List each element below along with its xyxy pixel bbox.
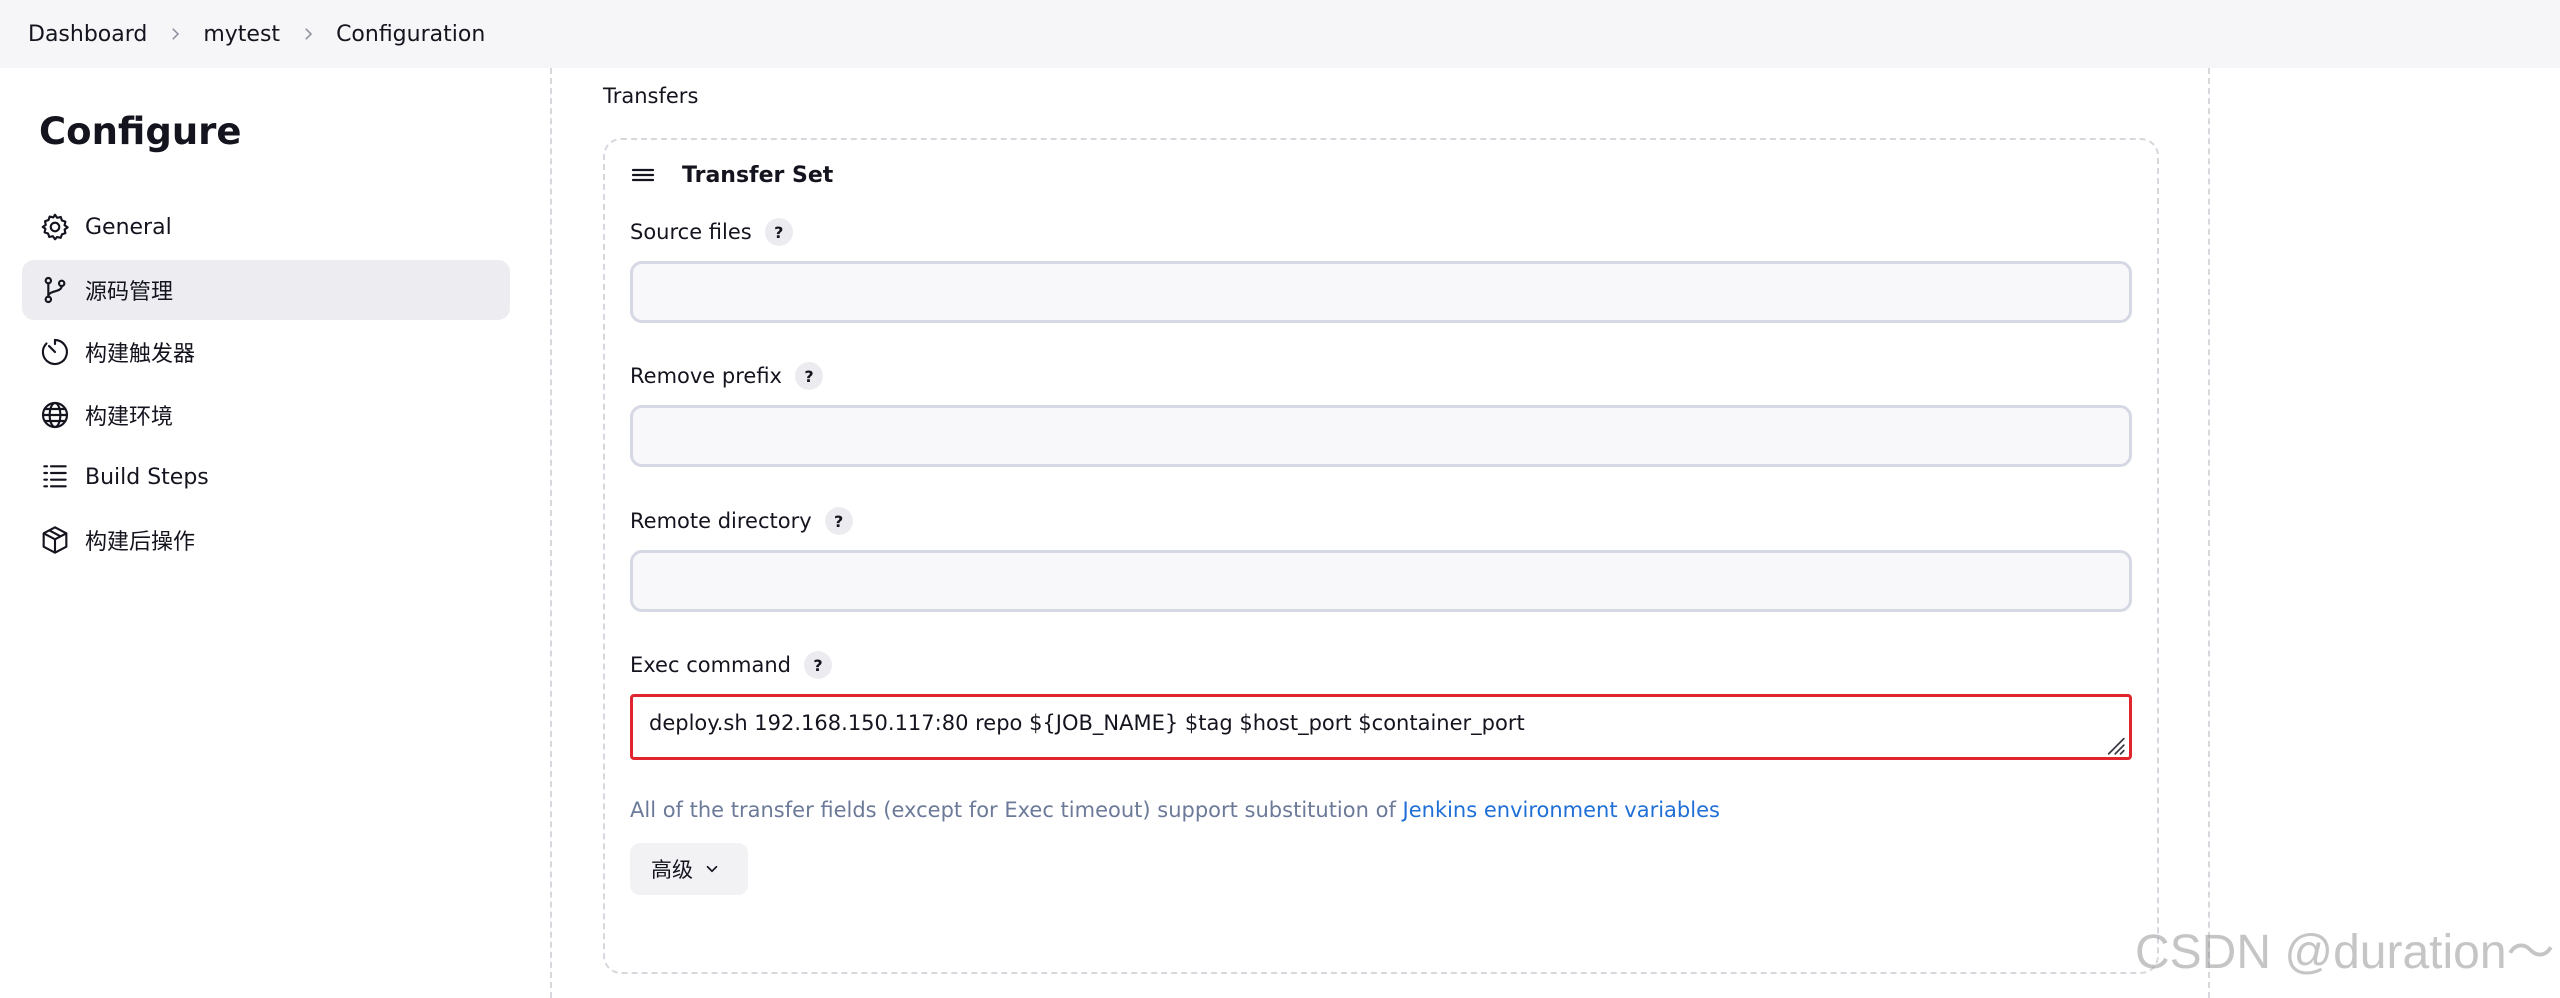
transfer-set-header: Transfer Set <box>628 160 833 190</box>
source-files-input[interactable] <box>630 261 2132 323</box>
remote-directory-input[interactable] <box>630 550 2132 612</box>
sidebar-item-build-steps[interactable]: Build Steps <box>22 447 510 507</box>
watermark: CSDN @duration～ <box>2135 926 2555 979</box>
list-icon <box>39 461 71 493</box>
globe-icon <box>39 399 71 431</box>
breadcrumb-mytest[interactable]: mytest <box>203 22 280 47</box>
exec-command-label-text: Exec command <box>630 653 792 677</box>
drag-handle-icon[interactable] <box>628 160 658 190</box>
resize-handle-icon[interactable] <box>2100 730 2126 756</box>
advanced-button[interactable]: 高级 <box>630 843 748 895</box>
transfer-set-title: Transfer Set <box>682 162 834 188</box>
substitution-hint: All of the transfer fields (except for E… <box>630 798 1720 822</box>
remote-directory-label: Remote directory ? <box>630 507 853 535</box>
remove-prefix-label: Remove prefix ? <box>630 362 823 390</box>
source-files-label-text: Source files <box>630 220 752 244</box>
sidebar-item-source-management[interactable]: 源码管理 <box>22 259 510 320</box>
remove-prefix-input[interactable] <box>630 405 2132 467</box>
remove-prefix-help-button[interactable]: ? <box>794 362 823 390</box>
breadcrumb: Dashboard mytest Configuration <box>0 0 2560 68</box>
exec-command-textarea[interactable]: deploy.sh 192.168.150.117:80 repo ${JOB_… <box>630 694 2132 760</box>
transfers-label: Transfers <box>603 84 699 108</box>
remote-directory-label-text: Remote directory <box>630 509 812 533</box>
sidebar-item-build-environment[interactable]: 构建环境 <box>22 385 510 445</box>
sidebar-nav: General 源码管理 构建触发器 构建环境 Build Steps 构建后操… <box>22 197 510 572</box>
source-branch-icon <box>39 274 71 306</box>
jenkins-env-vars-link[interactable]: Jenkins environment variables <box>1403 798 1720 822</box>
timer-icon <box>39 336 71 368</box>
source-files-label: Source files ? <box>630 218 793 246</box>
sidebar-item-label: 构建环境 <box>85 404 174 430</box>
hint-text: All of the transfer fields (except for E… <box>630 798 1403 822</box>
source-files-help-button[interactable]: ? <box>764 218 793 246</box>
sidebar-item-label: 源码管理 <box>85 279 174 305</box>
remove-prefix-label-text: Remove prefix <box>630 364 782 388</box>
package-icon <box>39 524 71 556</box>
exec-command-help-button[interactable]: ? <box>804 651 833 679</box>
gear-icon <box>39 211 71 243</box>
sidebar-item-label: 构建触发器 <box>85 342 196 367</box>
sidebar-item-general[interactable]: General <box>22 197 510 257</box>
remote-directory-help-button[interactable]: ? <box>824 507 853 535</box>
sidebar-item-label: Build Steps <box>85 464 209 490</box>
breadcrumb-configuration[interactable]: Configuration <box>336 22 485 47</box>
exec-command-label: Exec command ? <box>630 651 833 679</box>
sidebar-item-post-build[interactable]: 构建后操作 <box>22 510 510 570</box>
advanced-button-label: 高级 <box>651 858 693 882</box>
breadcrumb-dashboard[interactable]: Dashboard <box>28 22 147 47</box>
page-title: Configure <box>39 110 242 153</box>
chevron-right-icon <box>280 25 336 43</box>
sidebar-item-label: 构建后操作 <box>85 529 196 555</box>
sidebar-item-build-triggers[interactable]: 构建触发器 <box>22 322 510 382</box>
sidebar-item-label: General <box>85 214 172 240</box>
chevron-down-icon <box>706 865 718 873</box>
chevron-right-icon <box>147 25 203 43</box>
